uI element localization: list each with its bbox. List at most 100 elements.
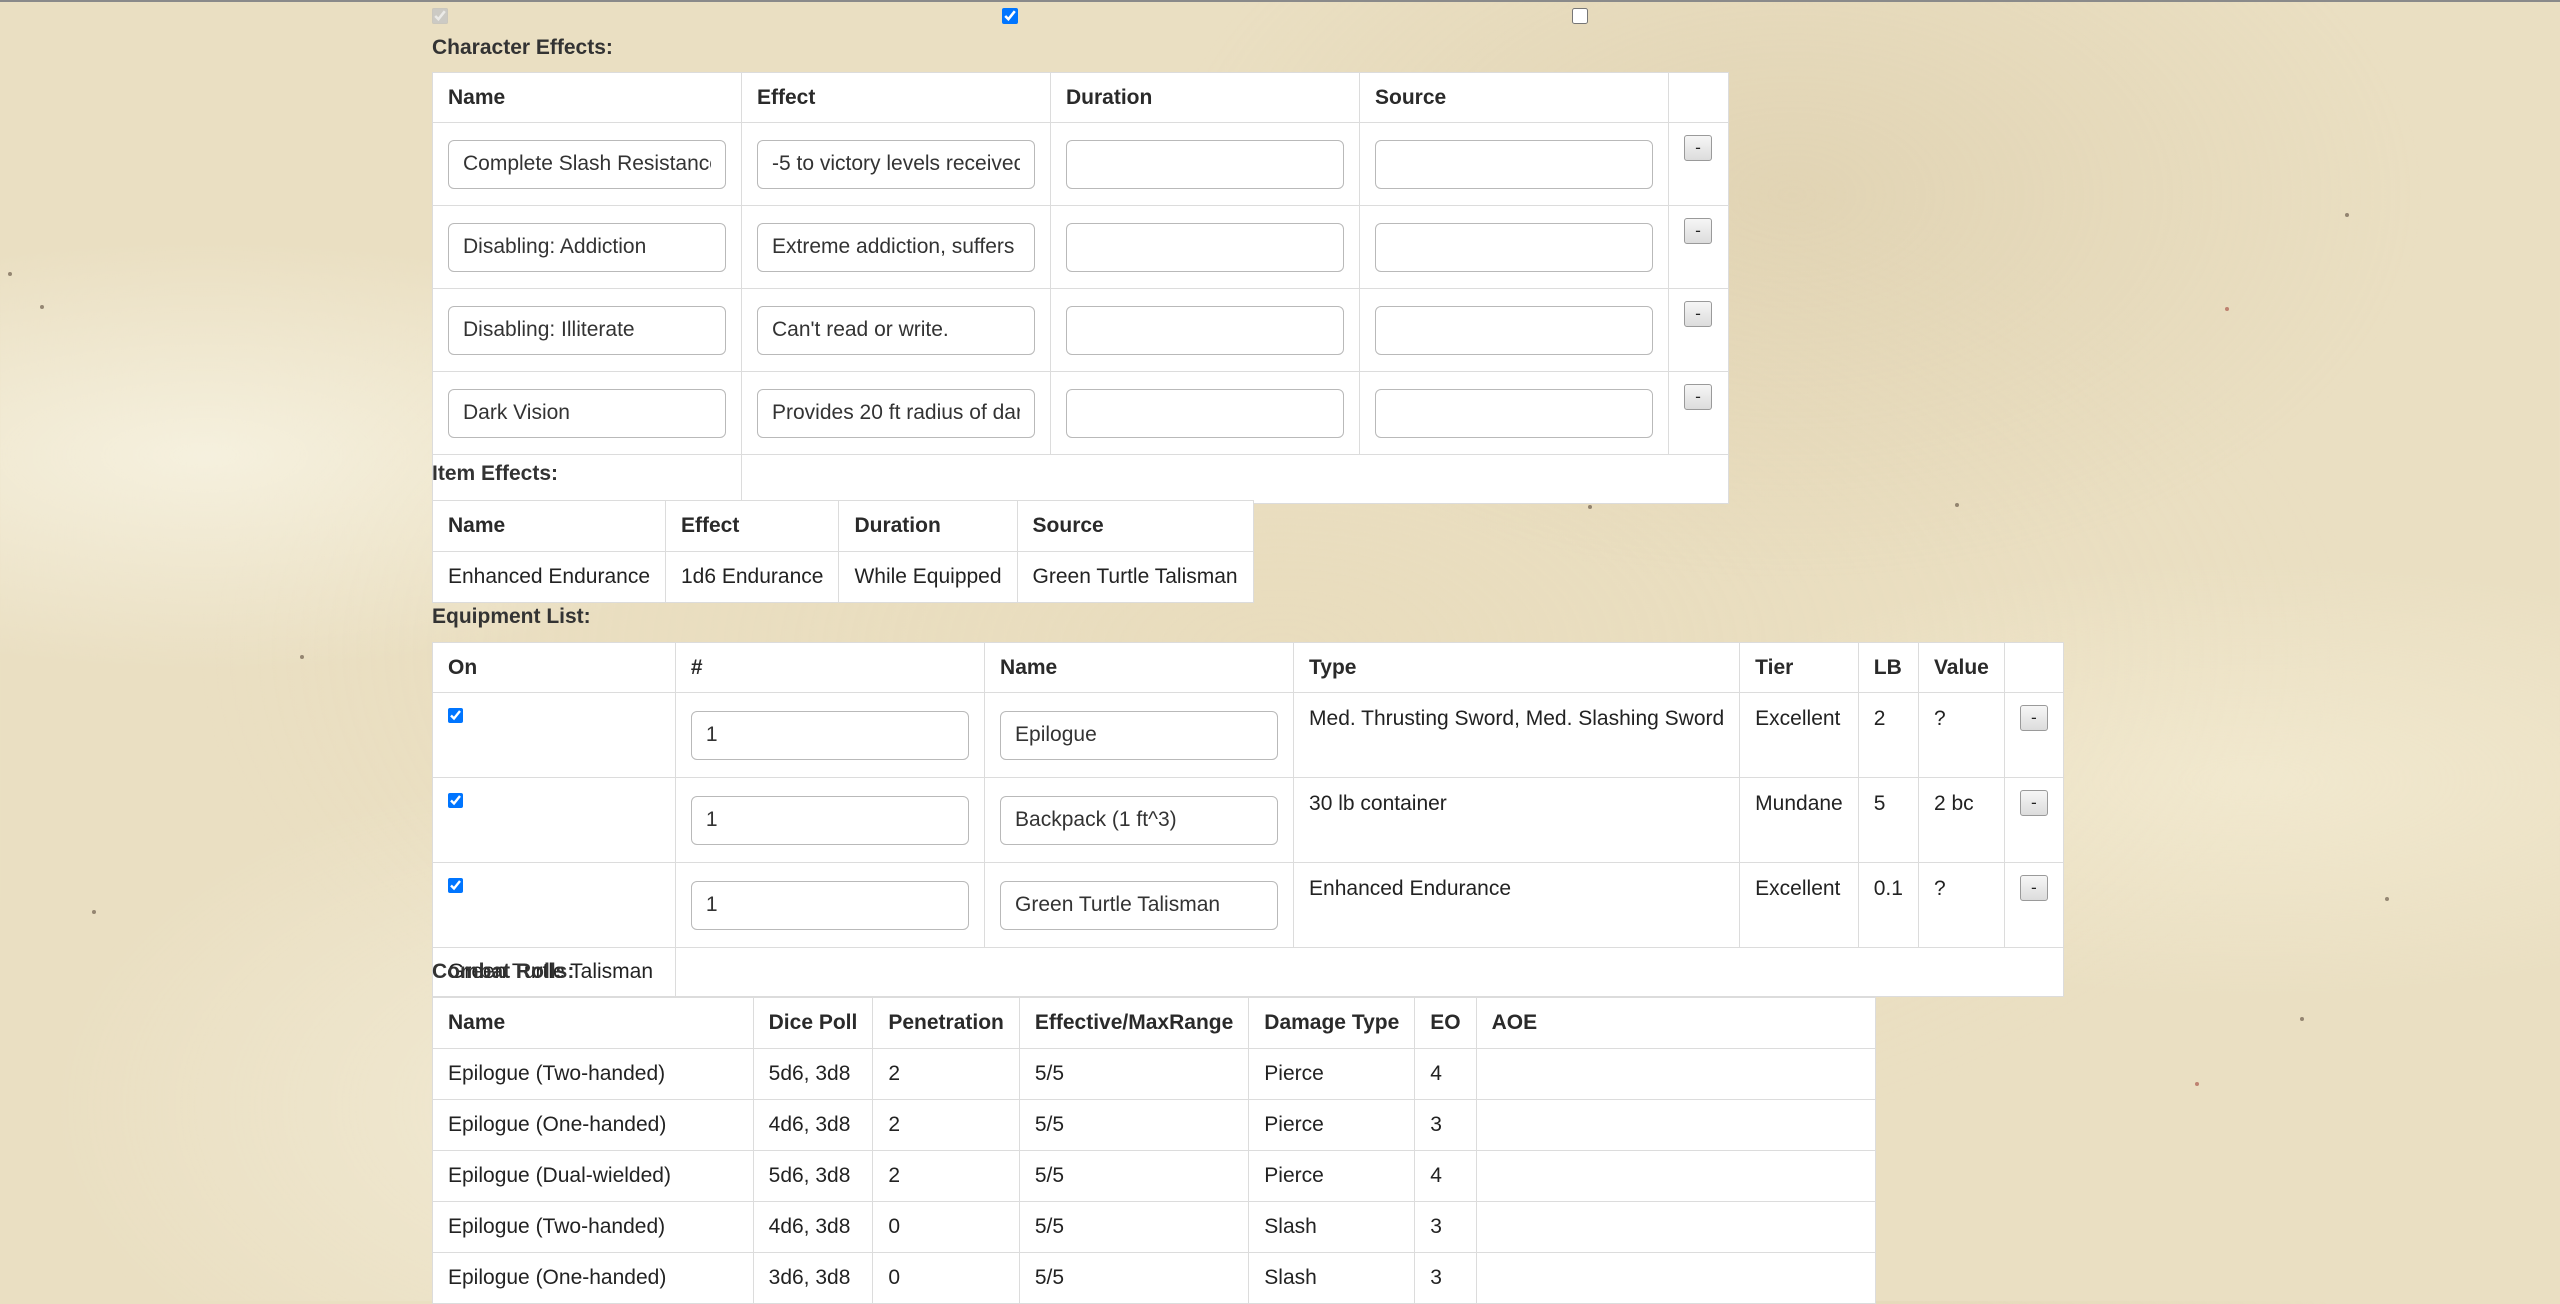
roll-penetration: 2 — [872, 1150, 1020, 1202]
roll-name: Epilogue (One-handed) — [432, 1099, 754, 1151]
table-row: Epilogue (Dual-wielded) 5d6, 3d8 2 5/5 P… — [432, 1150, 1877, 1202]
character-effects-title: Character Effects: — [432, 36, 613, 59]
item-name-input[interactable] — [1000, 710, 1279, 760]
column-header-type: Type — [1293, 642, 1741, 693]
column-header-actions — [2003, 642, 2065, 693]
remove-item-button[interactable]: - — [2019, 705, 2048, 731]
table-row: Epilogue (Two-handed) 5d6, 3d8 2 5/5 Pie… — [432, 1048, 1877, 1100]
item-effect-source: Green Turtle Talisman — [1016, 551, 1254, 603]
remove-item-button[interactable]: - — [2019, 790, 2048, 816]
effect-source-input[interactable] — [1375, 305, 1653, 355]
roll-range: 5/5 — [1018, 1201, 1250, 1253]
parchment-speck — [300, 655, 304, 659]
roll-damage-type: Pierce — [1248, 1099, 1416, 1151]
column-header-range: Effective/MaxRange — [1018, 997, 1250, 1049]
table-row: - — [432, 371, 1729, 455]
parchment-speck — [2345, 213, 2349, 217]
effect-description-input[interactable] — [757, 222, 1035, 272]
equipped-checkbox[interactable] — [448, 708, 463, 723]
top-checkbox-3[interactable] — [1572, 8, 1588, 24]
roll-dice: 4d6, 3d8 — [752, 1201, 874, 1253]
effect-name-input[interactable] — [448, 388, 726, 438]
column-header-eo: EO — [1414, 997, 1477, 1049]
equipped-checkbox[interactable] — [448, 793, 463, 808]
top-checkbox-1[interactable] — [432, 8, 448, 24]
roll-name: Epilogue (Two-handed) — [432, 1201, 754, 1253]
remove-effect-button[interactable]: - — [1684, 301, 1712, 327]
roll-name: Epilogue (Two-handed) — [432, 1048, 754, 1100]
footer-spacer — [674, 947, 2065, 997]
parchment-speck — [1955, 503, 1959, 507]
roll-range: 5/5 — [1018, 1150, 1250, 1202]
table-row: Epilogue (One-handed) 4d6, 3d8 2 5/5 Pie… — [432, 1099, 1877, 1151]
item-name-input[interactable] — [1000, 880, 1279, 930]
column-header-damage-type: Damage Type — [1248, 997, 1416, 1049]
item-weight: 2 — [1857, 692, 1919, 778]
quantity-input[interactable] — [690, 880, 969, 930]
column-header-tier: Tier — [1739, 642, 1859, 693]
item-effect-duration: While Equipped — [838, 551, 1018, 603]
item-type: Med. Thrusting Sword, Med. Slashing Swor… — [1293, 692, 1741, 778]
item-effects-table: Name Effect Duration Source Enhanced End… — [432, 500, 1254, 603]
roll-range: 5/5 — [1018, 1048, 1250, 1100]
column-header-name: Name — [432, 500, 666, 552]
effect-description-input[interactable] — [757, 139, 1035, 189]
effect-duration-input[interactable] — [1066, 305, 1344, 355]
column-header-source: Source — [1359, 72, 1669, 123]
remove-item-button[interactable]: - — [2019, 875, 2048, 901]
effect-duration-input[interactable] — [1066, 139, 1344, 189]
table-footer-row — [432, 454, 1729, 504]
effect-duration-input[interactable] — [1066, 388, 1344, 438]
column-header-penetration: Penetration — [872, 997, 1020, 1049]
roll-eo: 3 — [1414, 1252, 1477, 1304]
roll-eo: 3 — [1414, 1201, 1477, 1253]
combat-rolls-table: Name Dice Poll Penetration Effective/Max… — [432, 997, 1877, 1304]
roll-dice: 4d6, 3d8 — [752, 1099, 874, 1151]
quantity-input[interactable] — [690, 710, 969, 760]
equipped-checkbox[interactable] — [448, 878, 463, 893]
item-type: Enhanced Endurance — [1293, 862, 1741, 948]
effect-source-input[interactable] — [1375, 222, 1653, 272]
effect-description-input[interactable] — [757, 388, 1035, 438]
roll-name: Epilogue (One-handed) — [432, 1252, 754, 1304]
table-row: Enhanced Endurance 1d6 Endurance While E… — [432, 551, 1254, 603]
roll-dice: 5d6, 3d8 — [752, 1048, 874, 1100]
item-value: ? — [1917, 692, 2005, 778]
table-row: Enhanced Endurance Excellent 0.1 ? - — [432, 862, 2065, 948]
remove-effect-button[interactable]: - — [1684, 384, 1712, 410]
roll-dice: 3d6, 3d8 — [752, 1252, 874, 1304]
column-header-quantity: # — [674, 642, 986, 693]
equipment-table: On # Name Type Tier LB Value Med. Thrust… — [432, 642, 2065, 997]
remove-effect-button[interactable]: - — [1684, 135, 1712, 161]
effect-source-input[interactable] — [1375, 388, 1653, 438]
roll-damage-type: Slash — [1248, 1201, 1416, 1253]
table-footer-row: Green Turtle Talisman — [432, 947, 2065, 997]
column-header-value: Value — [1917, 642, 2005, 693]
effect-name-input[interactable] — [448, 305, 726, 355]
roll-penetration: 0 — [872, 1201, 1020, 1253]
column-header-source: Source — [1016, 500, 1254, 552]
roll-range: 5/5 — [1018, 1099, 1250, 1151]
quantity-input[interactable] — [690, 795, 969, 845]
item-name-input[interactable] — [1000, 795, 1279, 845]
table-header-row: Name Effect Duration Source — [432, 500, 1254, 552]
effect-name-input[interactable] — [448, 222, 726, 272]
effect-description-input[interactable] — [757, 305, 1035, 355]
parchment-speck — [2195, 1082, 2199, 1086]
effect-duration-input[interactable] — [1066, 222, 1344, 272]
item-effects-title: Item Effects: — [432, 462, 559, 485]
effect-source-input[interactable] — [1375, 139, 1653, 189]
roll-aoe — [1475, 1099, 1877, 1151]
table-row: Epilogue (Two-handed) 4d6, 3d8 0 5/5 Sla… — [432, 1201, 1877, 1253]
roll-penetration: 2 — [872, 1099, 1020, 1151]
combat-rolls-title: Combat Rolls: — [432, 960, 575, 983]
table-row: - — [432, 205, 1729, 289]
effect-name-input[interactable] — [448, 139, 726, 189]
top-checkbox-2[interactable] — [1002, 8, 1018, 24]
table-row: 30 lb container Mundane 5 2 bc - — [432, 777, 2065, 863]
column-header-effect: Effect — [664, 500, 840, 552]
remove-effect-button[interactable]: - — [1684, 218, 1712, 244]
item-weight: 5 — [1857, 777, 1919, 863]
item-effect-name: Enhanced Endurance — [432, 551, 666, 603]
table-row: - — [432, 122, 1729, 206]
